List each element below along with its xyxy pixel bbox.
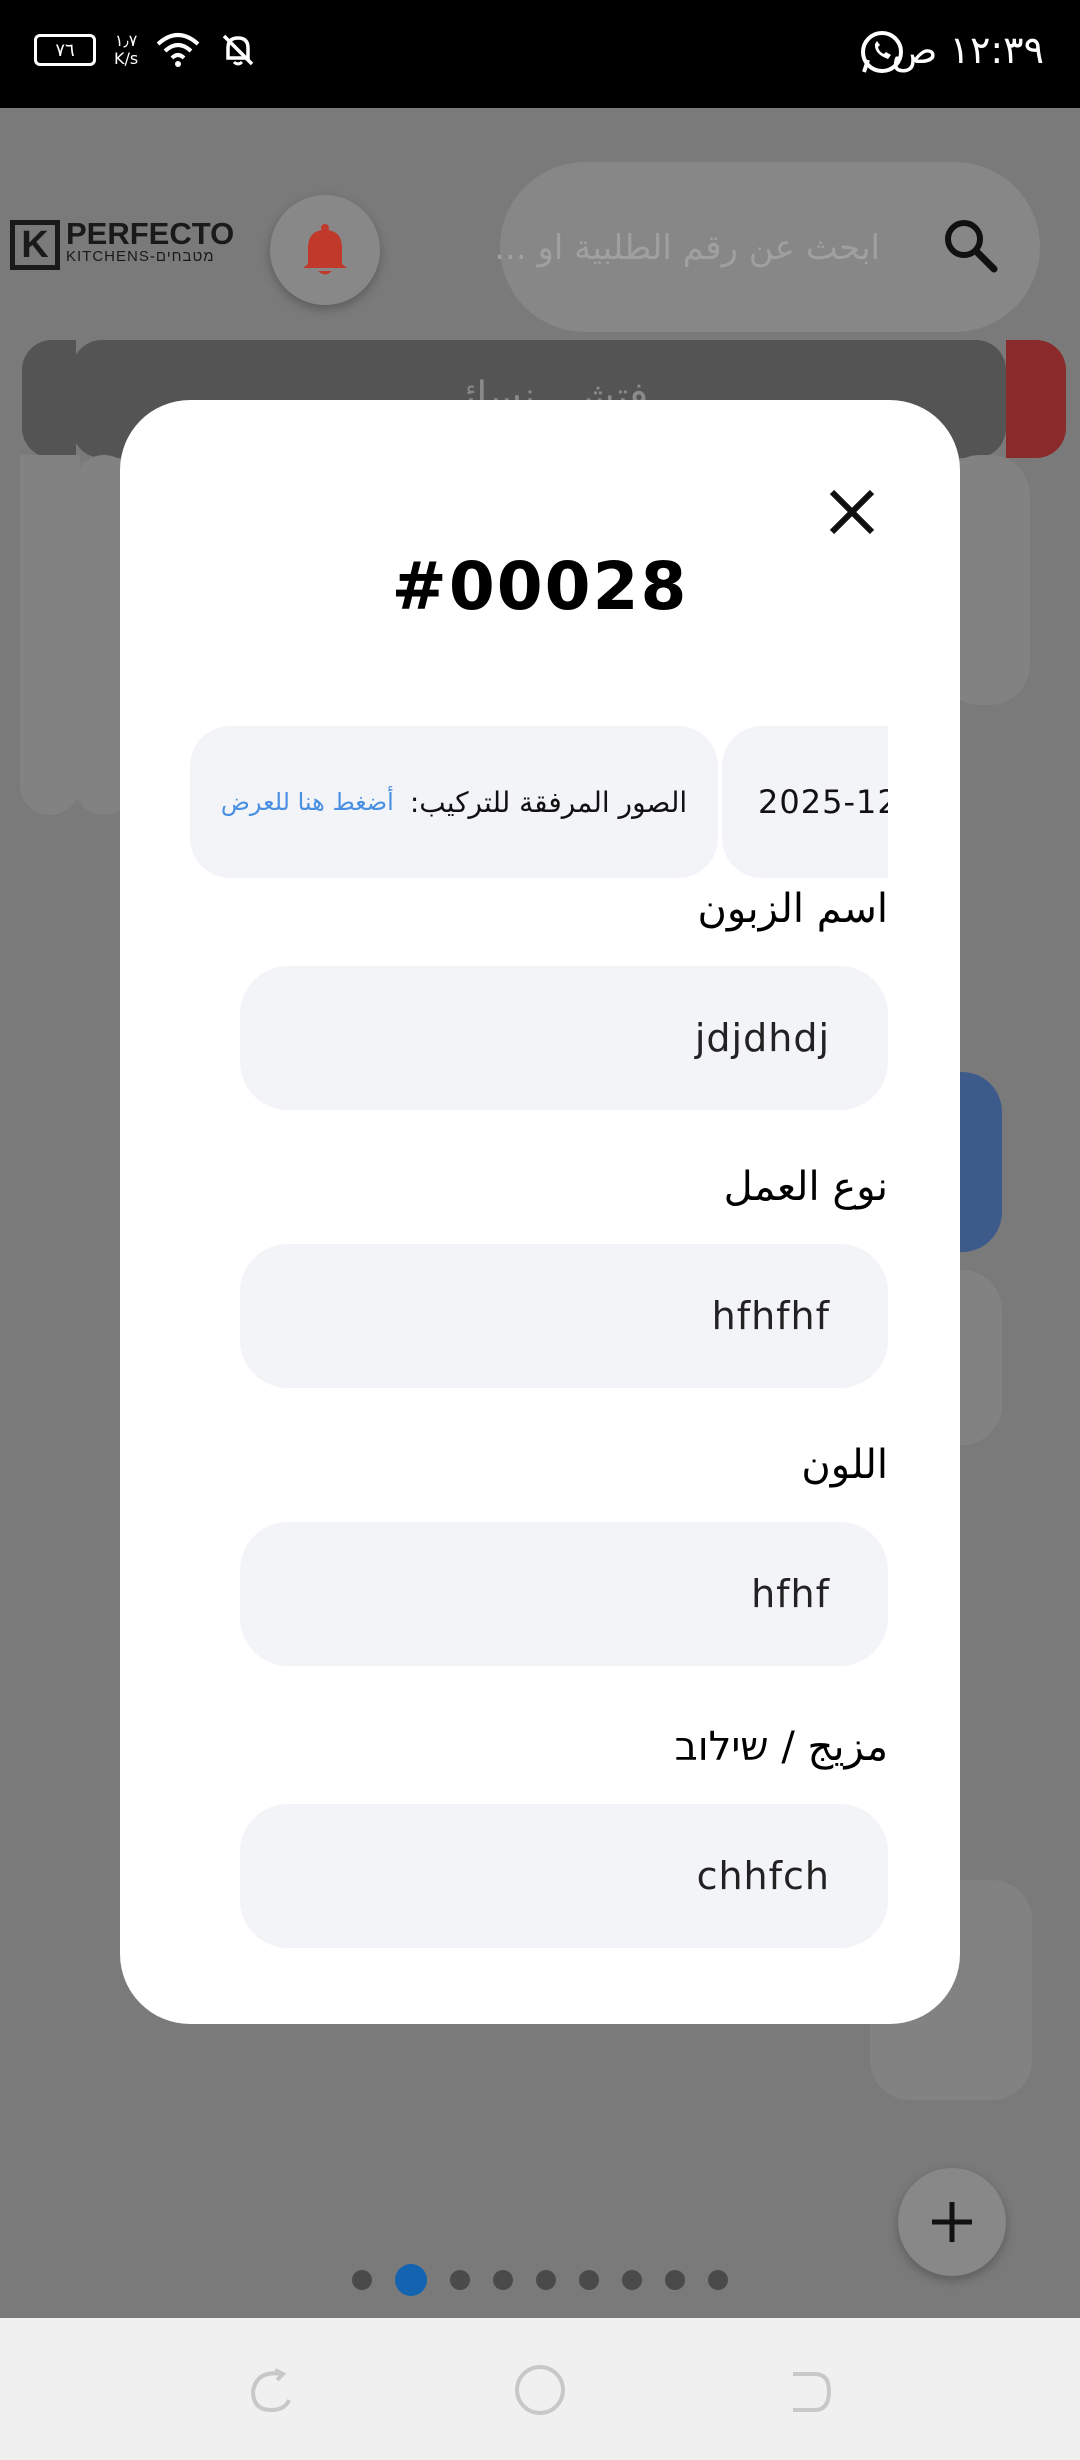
status-time: ١٢:٣٩ ص (891, 28, 1044, 72)
notifications-off-icon (222, 34, 254, 66)
work-type-label: نوع العمل (723, 1164, 888, 1210)
close-button[interactable] (820, 480, 884, 544)
info-carousel[interactable]: الصور المرفقة للتركيب: أضغط هنا للعرض 20… (190, 726, 888, 878)
tab-next[interactable] (1006, 340, 1066, 458)
net-speed-value: ١٫٧ (114, 31, 138, 50)
page-dot[interactable] (450, 2270, 470, 2290)
customer-name-field[interactable]: jdjdhdj (240, 966, 888, 1110)
attached-photos-chip: الصور المرفقة للتركيب: أضغط هنا للعرض (190, 726, 718, 878)
order-details-dialog (120, 400, 960, 2024)
page-dot[interactable] (352, 2270, 372, 2290)
plus-icon (932, 2202, 972, 2242)
search-icon[interactable] (940, 215, 1000, 275)
color-value: hfhf (751, 1572, 830, 1616)
page-dot[interactable] (536, 2270, 556, 2290)
notifications-button[interactable] (270, 195, 380, 305)
wifi-icon (156, 33, 200, 67)
net-speed: ١٫٧ K/s (114, 32, 138, 68)
mix-field[interactable]: chhfch (240, 1804, 888, 1948)
bell-icon (303, 224, 347, 275)
home-icon[interactable] (512, 2362, 568, 2418)
recent-apps-icon[interactable] (245, 2366, 295, 2416)
logo-subtitle: KITCHENS-מטבחים (66, 248, 215, 265)
color-label: اللون (801, 1442, 888, 1488)
customer-name-label: اسم الزبون (697, 886, 888, 932)
page-dot-active[interactable] (395, 2264, 427, 2296)
page-dot[interactable] (622, 2270, 642, 2290)
page-dot[interactable] (708, 2270, 728, 2290)
search-placeholder: ابحث عن رقم الطلبية او ... (494, 228, 880, 268)
page-dot[interactable] (579, 2270, 599, 2290)
page-indicator (0, 2264, 1080, 2296)
customer-name-value: jdjdhdj (694, 1016, 830, 1060)
page-dot[interactable] (665, 2270, 685, 2290)
color-field[interactable]: hfhf (240, 1522, 888, 1666)
logo-mark: K (10, 220, 60, 270)
add-button[interactable] (898, 2168, 1006, 2276)
net-speed-unit: K/s (114, 49, 139, 68)
status-left-icons: ٧٦ ١٫٧ K/s (34, 30, 258, 70)
close-icon (829, 489, 875, 535)
tab-previous[interactable] (22, 340, 76, 458)
work-type-field[interactable]: hfhfhf (240, 1244, 888, 1388)
page-dot[interactable] (493, 2270, 513, 2290)
background-card (20, 455, 80, 815)
battery-level: ٧٦ (55, 39, 75, 61)
mix-label: مزيج / שילוב (674, 1724, 888, 1770)
battery-icon: ٧٦ (34, 34, 96, 66)
view-photos-link[interactable]: أضغط هنا للعرض (221, 788, 394, 816)
date-chip: 2025-12- (722, 726, 888, 878)
order-date: 2025-12- (758, 783, 888, 821)
mix-value: chhfch (696, 1854, 830, 1898)
work-type-value: hfhfhf (711, 1294, 830, 1338)
back-icon[interactable] (785, 2366, 835, 2416)
logo-title: PERFECTO (66, 216, 235, 251)
attached-photos-label: الصور المرفقة للتركيب: (409, 785, 688, 819)
order-number-title: #00028 (391, 548, 689, 625)
